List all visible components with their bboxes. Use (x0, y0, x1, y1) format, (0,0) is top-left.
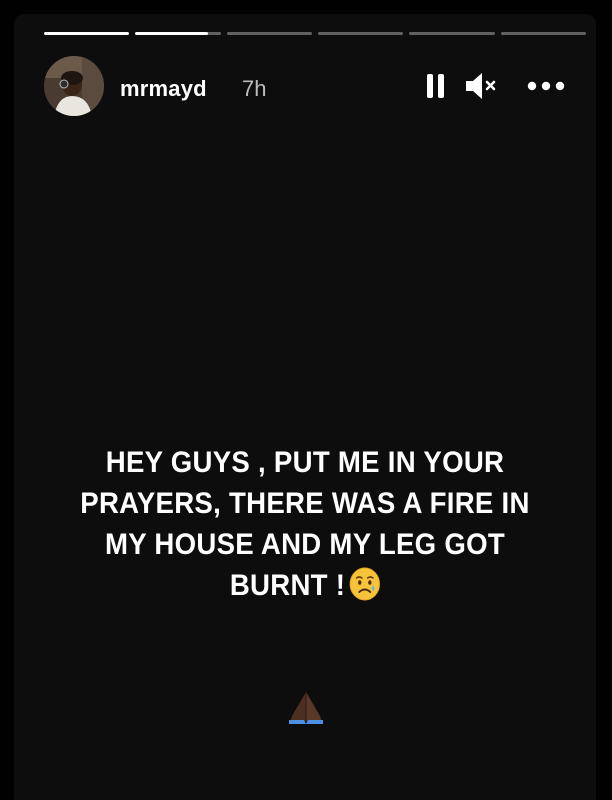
progress-segment (135, 32, 221, 35)
progress-segment (44, 32, 130, 35)
caption-line-last: BURNT ! (56, 565, 555, 606)
progress-segment (409, 32, 495, 35)
avatar-photo (44, 56, 104, 116)
pause-button[interactable] (425, 70, 447, 102)
time-ago: 7h (242, 76, 267, 101)
pause-icon (427, 74, 444, 98)
more-options-button[interactable] (526, 70, 566, 102)
more-options-icon (527, 81, 565, 91)
caption-line: PRAYERS, THERE WAS A FIRE IN (80, 487, 530, 520)
progress-segment (317, 32, 404, 35)
folded-hands-icon (286, 686, 326, 726)
muted-speaker-icon (466, 73, 496, 99)
sad-relieved-face-icon (349, 567, 380, 601)
screen: mrmayd 7h HEY GUYS , PUT ME IN YOUR PRAY… (0, 0, 612, 800)
story-viewer[interactable]: mrmayd 7h HEY GUYS , PUT ME IN YOUR PRAY… (14, 14, 596, 800)
progress-fill (135, 32, 208, 35)
mute-button[interactable] (464, 70, 500, 102)
caption-line-text: BURNT ! (229, 569, 346, 602)
caption-line: HEY GUYS , PUT ME IN YOUR (105, 446, 505, 479)
progress-segment (500, 32, 586, 35)
avatar[interactable] (44, 56, 104, 116)
story-header: mrmayd 7h (44, 56, 584, 118)
progress-segment (226, 32, 312, 35)
story-progress-bar (44, 32, 586, 35)
progress-fill (44, 32, 130, 35)
story-caption: HEY GUYS , PUT ME IN YOUR PRAYERS, THERE… (56, 442, 555, 606)
caption-line: MY HOUSE AND MY LEG GOT (105, 528, 505, 561)
username[interactable]: mrmayd (120, 76, 207, 102)
